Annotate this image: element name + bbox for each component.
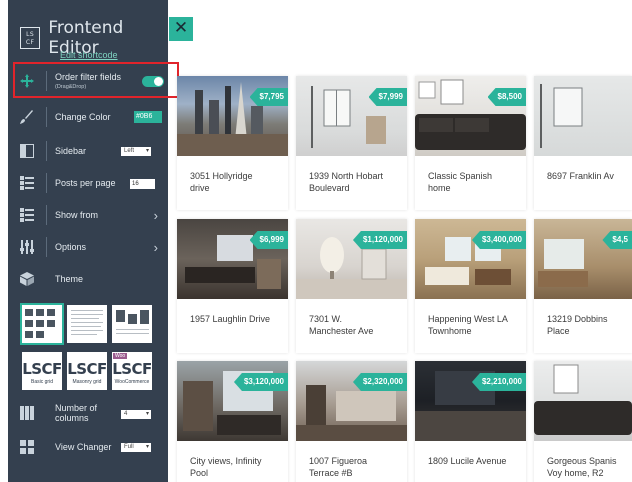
close-editor-button[interactable]: ✕: [169, 17, 193, 41]
theme-woo-logo: LSCF: [112, 360, 152, 378]
options-label: Options: [55, 242, 87, 252]
menu-view-changer[interactable]: View Changer Full: [8, 434, 168, 460]
listing-card[interactable]: $4,5 13219 Dobbins Place: [534, 219, 632, 353]
listing-card[interactable]: 8697 Franklin Av: [534, 76, 632, 210]
theme-thumb-text-list[interactable]: [67, 305, 107, 343]
listing-title: 1809 Lucile Avenue: [428, 456, 507, 466]
listing-photo: $4,5: [534, 219, 632, 299]
price-tag: $3,120,000: [233, 373, 288, 391]
price-tag: $3,400,000: [471, 231, 526, 249]
theme-woo-caption: WooCommerce: [114, 379, 150, 385]
listing-photo: $3,120,000: [177, 361, 288, 441]
columns-select[interactable]: 4: [121, 410, 151, 419]
listing-card[interactable]: $8,500 Classic Spanish home: [415, 76, 526, 210]
menu-separator: [46, 173, 47, 193]
listing-card[interactable]: $7,999 1939 North Hobart Boulevard: [296, 76, 407, 210]
theme-woocommerce[interactable]: Woo LSCF WooCommerce: [112, 352, 152, 390]
theme-basic-grid[interactable]: LSCF Basic grid: [22, 352, 62, 390]
listing-card[interactable]: Gorgeous Spanis Voy home, R2: [534, 361, 632, 482]
listing-card[interactable]: $1,120,000 7301 W. Manchester Ave: [296, 219, 407, 353]
menu-separator: [46, 237, 47, 257]
listing-title: Happening West LA Townhome: [428, 314, 508, 336]
change-color-label: Change Color: [55, 112, 111, 122]
menu-sidebar[interactable]: Sidebar Left: [8, 138, 168, 164]
theme-thumb-dark-grid[interactable]: [20, 303, 64, 345]
paint-brush-icon: [8, 110, 46, 124]
listing-title: 3051 Hollyridge drive: [190, 171, 253, 193]
listing-photo: $6,999: [177, 219, 288, 299]
listing-card[interactable]: $2,210,000 1809 Lucile Avenue: [415, 361, 526, 482]
listing-photo: $7,999: [296, 76, 407, 156]
menu-show-from[interactable]: Show from ›: [8, 202, 168, 228]
price-tag: $7,795: [249, 88, 288, 106]
menu-options[interactable]: Options ›: [8, 234, 168, 260]
listing-title: Classic Spanish home: [428, 171, 493, 193]
listing-card[interactable]: $3,400,000 Happening West LA Townhome: [415, 219, 526, 353]
view-changer-select[interactable]: Full: [121, 443, 151, 452]
listing-photo: $3,400,000: [415, 219, 526, 299]
listing-photo: $2,320,000: [296, 361, 407, 441]
listing-title: Gorgeous Spanis Voy home, R2: [547, 456, 617, 478]
menu-change-color[interactable]: Change Color #0B6: [8, 104, 168, 130]
listing-title: 1007 Figueroa Terrace #B: [309, 456, 368, 478]
sidebar-label: Sidebar: [55, 146, 87, 156]
theme-basic-caption: Basic grid: [31, 379, 53, 385]
price-tag: $8,500: [487, 88, 526, 106]
menu-separator: [46, 141, 47, 161]
listing-photo: $2,210,000: [415, 361, 526, 441]
menu-separator: [46, 205, 47, 225]
columns-label: Number of columns: [55, 403, 98, 423]
columns-icon: [8, 406, 46, 420]
theme-masonry-logo: LSCF: [67, 360, 107, 378]
menu-number-of-columns[interactable]: Number of columns 4: [8, 400, 168, 426]
list-icon: [8, 208, 46, 222]
listing-card[interactable]: $7,795 3051 Hollyridge drive: [177, 76, 288, 210]
menu-theme[interactable]: Theme: [8, 266, 168, 292]
listing-title: 13219 Dobbins Place: [547, 314, 608, 336]
listing-photo: $7,795: [177, 76, 288, 156]
posts-per-page-label: Posts per page: [55, 178, 116, 188]
listing-card[interactable]: $2,320,000 1007 Figueroa Terrace #B: [296, 361, 407, 482]
theme-label: Theme: [55, 274, 84, 284]
cube-icon: [8, 272, 46, 286]
listing-photo: $8,500: [415, 76, 526, 156]
listing-title: 1939 North Hobart Boulevard: [309, 171, 384, 193]
view-changer-label: View Changer: [55, 442, 112, 452]
color-value-field[interactable]: #0B6: [134, 111, 162, 123]
price-tag: $2,210,000: [471, 373, 526, 391]
edit-shortcode-link[interactable]: Edit shortcode: [60, 50, 118, 60]
listing-card[interactable]: $6,999 1957 Laughlin Drive: [177, 219, 288, 353]
price-tag: $2,320,000: [352, 373, 407, 391]
theme-thumb-masonry[interactable]: [112, 305, 152, 343]
posts-per-page-input[interactable]: 16: [130, 179, 155, 189]
listing-photo: [534, 361, 632, 441]
chevron-right-icon: ›: [153, 207, 158, 223]
theme-masonry-caption: Masonry grid: [72, 379, 102, 385]
listing-photo: $1,120,000: [296, 219, 407, 299]
listing-title: 7301 W. Manchester Ave: [309, 314, 374, 336]
grid-icon: [8, 440, 46, 454]
listing-title: 8697 Franklin Av: [547, 171, 614, 181]
price-tag: $1,120,000: [352, 231, 407, 249]
listing-title: 1957 Laughlin Drive: [190, 314, 271, 324]
price-tag: $6,999: [249, 231, 288, 249]
price-tag: $7,999: [368, 88, 407, 106]
listing-title: City views, Infinity Pool: [190, 456, 262, 478]
list-icon: [8, 176, 46, 190]
menu-separator: [46, 107, 47, 127]
show-from-label: Show from: [55, 210, 99, 220]
lscf-logo: LS CF: [20, 27, 41, 49]
sidebar-layout-icon: [8, 144, 46, 158]
theme-basic-logo: LSCF: [22, 360, 62, 378]
theme-masonry-grid[interactable]: LSCF Masonry grid: [67, 352, 107, 390]
menu-posts-per-page[interactable]: Posts per page 16: [8, 170, 168, 196]
sliders-icon: [8, 240, 46, 254]
listing-card[interactable]: $3,120,000 City views, Infinity Pool: [177, 361, 288, 482]
sidebar-position-select[interactable]: Left: [121, 147, 151, 156]
listing-photo: [534, 76, 632, 156]
highlight-annotation: [13, 62, 179, 98]
chevron-right-icon: ›: [153, 239, 158, 255]
woo-badge: Woo: [113, 353, 128, 359]
